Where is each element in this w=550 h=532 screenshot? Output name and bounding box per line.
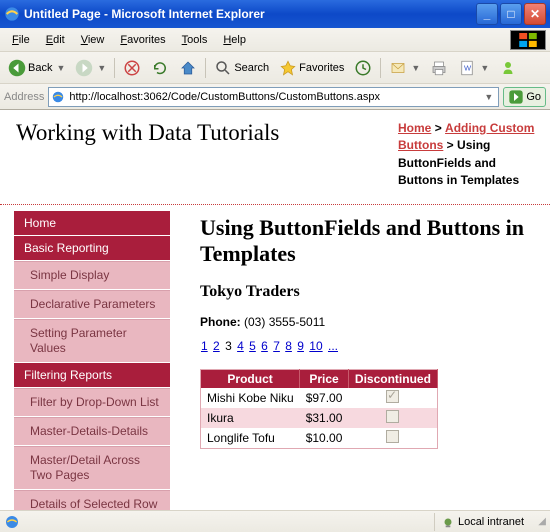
address-dropdown-icon[interactable]: ▼ bbox=[481, 92, 496, 102]
breadcrumb-home[interactable]: Home bbox=[398, 121, 431, 135]
pager-link[interactable]: 5 bbox=[248, 339, 257, 353]
intranet-icon bbox=[441, 515, 455, 529]
address-input[interactable]: http://localhost:3062/Code/CustomButtons… bbox=[48, 87, 499, 107]
sidebar-item[interactable]: Filter by Drop-Down List bbox=[14, 388, 170, 416]
sidebar-item[interactable]: Master/Detail Across Two Pages bbox=[14, 446, 170, 489]
pager-link[interactable]: 8 bbox=[284, 339, 293, 353]
svg-text:W: W bbox=[464, 63, 472, 72]
forward-button[interactable]: ▼ bbox=[71, 56, 110, 80]
toolbar: Back ▼ ▼ Search Favorites ▼ W▼ bbox=[0, 52, 550, 84]
site-title: Working with Data Tutorials bbox=[0, 110, 360, 154]
grid-header: Product bbox=[201, 370, 300, 389]
resize-grip-icon[interactable]: ◢ bbox=[530, 516, 546, 527]
ie-icon bbox=[4, 6, 20, 22]
grid-header: Price bbox=[300, 370, 349, 389]
pager-link[interactable]: 4 bbox=[236, 339, 245, 353]
page-content: Working with Data Tutorials Home > Addin… bbox=[0, 110, 550, 510]
status-bar: Local intranet ◢ bbox=[0, 510, 550, 532]
menu-help[interactable]: Help bbox=[215, 32, 254, 48]
discontinued-checkbox[interactable] bbox=[386, 410, 399, 423]
phone-value: (03) 3555-5011 bbox=[244, 315, 325, 329]
favorites-button[interactable]: Favorites bbox=[275, 56, 348, 80]
products-grid: ProductPriceDiscontinuedMishi Kobe Niku$… bbox=[200, 369, 438, 449]
table-row: Mishi Kobe Niku$97.00 bbox=[201, 388, 438, 408]
menu-edit[interactable]: Edit bbox=[38, 32, 73, 48]
print-button[interactable] bbox=[426, 56, 452, 80]
window-maximize-button[interactable]: □ bbox=[500, 3, 522, 25]
refresh-button[interactable] bbox=[147, 56, 173, 80]
window-title: Untitled Page - Microsoft Internet Explo… bbox=[24, 7, 474, 21]
page-icon bbox=[51, 90, 65, 104]
sidebar-heading[interactable]: Home bbox=[14, 211, 170, 235]
pager-link[interactable]: 7 bbox=[272, 339, 281, 353]
history-button[interactable] bbox=[350, 56, 376, 80]
pager-current: 3 bbox=[224, 339, 233, 353]
grid-product: Longlife Tofu bbox=[201, 428, 300, 449]
address-bar: Address http://localhost:3062/Code/Custo… bbox=[0, 84, 550, 110]
sidebar-item[interactable]: Master-Details-Details bbox=[14, 417, 170, 445]
address-label: Address bbox=[4, 91, 44, 103]
grid-price: $10.00 bbox=[300, 428, 349, 449]
sidebar-item[interactable]: Simple Display bbox=[14, 261, 170, 289]
pager-link[interactable]: 10 bbox=[308, 339, 323, 353]
stop-button[interactable] bbox=[119, 56, 145, 80]
page-done-icon bbox=[4, 514, 20, 530]
menu-favorites[interactable]: Favorites bbox=[112, 32, 173, 48]
sidebar-heading[interactable]: Basic Reporting bbox=[14, 236, 170, 260]
go-button[interactable]: Go bbox=[503, 87, 546, 107]
grid-header: Discontinued bbox=[348, 370, 437, 389]
menu-file[interactable]: File bbox=[4, 32, 38, 48]
window-minimize-button[interactable]: _ bbox=[476, 3, 498, 25]
back-button[interactable]: Back ▼ bbox=[4, 56, 69, 80]
pager-link[interactable]: 2 bbox=[212, 339, 221, 353]
sidebar-heading[interactable]: Filtering Reports bbox=[14, 363, 170, 387]
url-text: http://localhost:3062/Code/CustomButtons… bbox=[69, 91, 481, 103]
sidebar-item[interactable]: Setting Parameter Values bbox=[14, 319, 170, 362]
window-close-button[interactable]: ✕ bbox=[524, 3, 546, 25]
windows-logo-icon bbox=[510, 30, 546, 50]
pager-link[interactable]: 9 bbox=[296, 339, 305, 353]
grid-price: $31.00 bbox=[300, 408, 349, 428]
page-heading: Using ButtonFields and Buttons in Templa… bbox=[200, 215, 540, 268]
phone-row: Phone: (03) 3555-5011 bbox=[200, 315, 540, 329]
breadcrumb: Home > Adding Custom Buttons > Using But… bbox=[398, 120, 540, 190]
supplier-name: Tokyo Traders bbox=[200, 283, 540, 301]
mail-button[interactable]: ▼ bbox=[385, 56, 424, 80]
edit-button[interactable]: W▼ bbox=[454, 56, 493, 80]
grid-price: $97.00 bbox=[300, 388, 349, 408]
search-button[interactable]: Search bbox=[210, 56, 273, 80]
pager-link[interactable]: 6 bbox=[260, 339, 269, 353]
discontinued-checkbox[interactable] bbox=[386, 390, 399, 403]
status-zone: Local intranet bbox=[434, 513, 530, 531]
pager-more[interactable]: ... bbox=[327, 339, 339, 353]
home-button[interactable] bbox=[175, 56, 201, 80]
messenger-button[interactable] bbox=[495, 56, 521, 80]
menu-view[interactable]: View bbox=[73, 32, 113, 48]
window-titlebar: Untitled Page - Microsoft Internet Explo… bbox=[0, 0, 550, 28]
phone-label: Phone: bbox=[200, 315, 241, 329]
pager: 1 2 3 4 5 6 7 8 9 10 ... bbox=[200, 339, 540, 353]
discontinued-checkbox[interactable] bbox=[386, 430, 399, 443]
grid-product: Mishi Kobe Niku bbox=[201, 388, 300, 408]
menu-tools[interactable]: Tools bbox=[174, 32, 216, 48]
sidebar-item[interactable]: Declarative Parameters bbox=[14, 290, 170, 318]
table-row: Longlife Tofu$10.00 bbox=[201, 428, 438, 449]
sidebar-item[interactable]: Details of Selected Row bbox=[14, 490, 170, 510]
table-row: Ikura$31.00 bbox=[201, 408, 438, 428]
menu-bar: File Edit View Favorites Tools Help bbox=[0, 28, 550, 52]
grid-product: Ikura bbox=[201, 408, 300, 428]
pager-link[interactable]: 1 bbox=[200, 339, 209, 353]
sidebar: HomeBasic ReportingSimple DisplayDeclara… bbox=[0, 205, 170, 510]
